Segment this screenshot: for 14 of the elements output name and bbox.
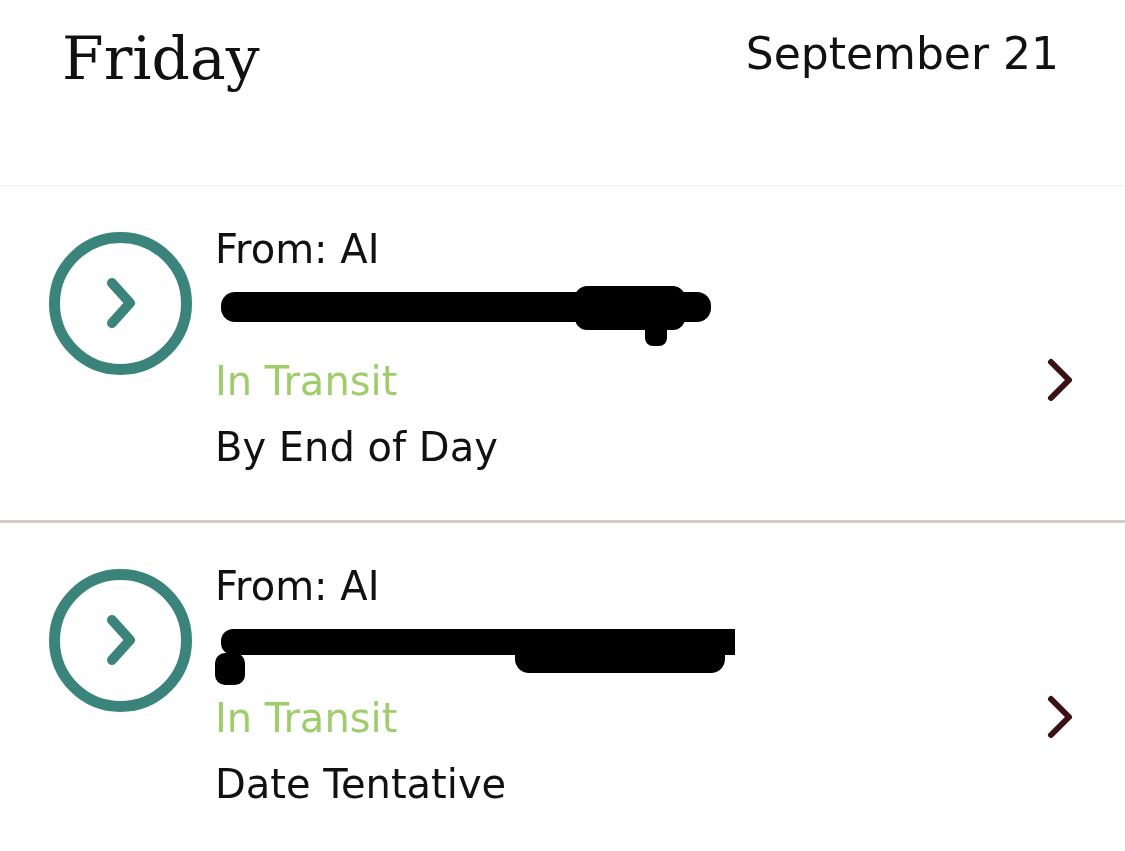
- shipment-row[interactable]: From: AI In Transit Date Tentative: [0, 523, 1125, 851]
- delivery-time: By End of Day: [215, 423, 498, 472]
- chevron-right-icon[interactable]: [1045, 693, 1075, 741]
- sender: From: AI: [215, 225, 380, 274]
- chevron-right-icon[interactable]: [1045, 356, 1075, 404]
- date: September 21: [745, 27, 1059, 81]
- delivery-time: Date Tentative: [215, 760, 507, 809]
- sender: From: AI: [215, 562, 380, 611]
- status: In Transit: [215, 357, 398, 406]
- status: In Transit: [215, 694, 398, 743]
- day-title: Friday: [62, 22, 260, 95]
- chevron-circle-icon: [48, 231, 193, 376]
- shipment-row[interactable]: From: AI In Transit By End of Day: [0, 186, 1125, 523]
- chevron-circle-icon: [48, 568, 193, 713]
